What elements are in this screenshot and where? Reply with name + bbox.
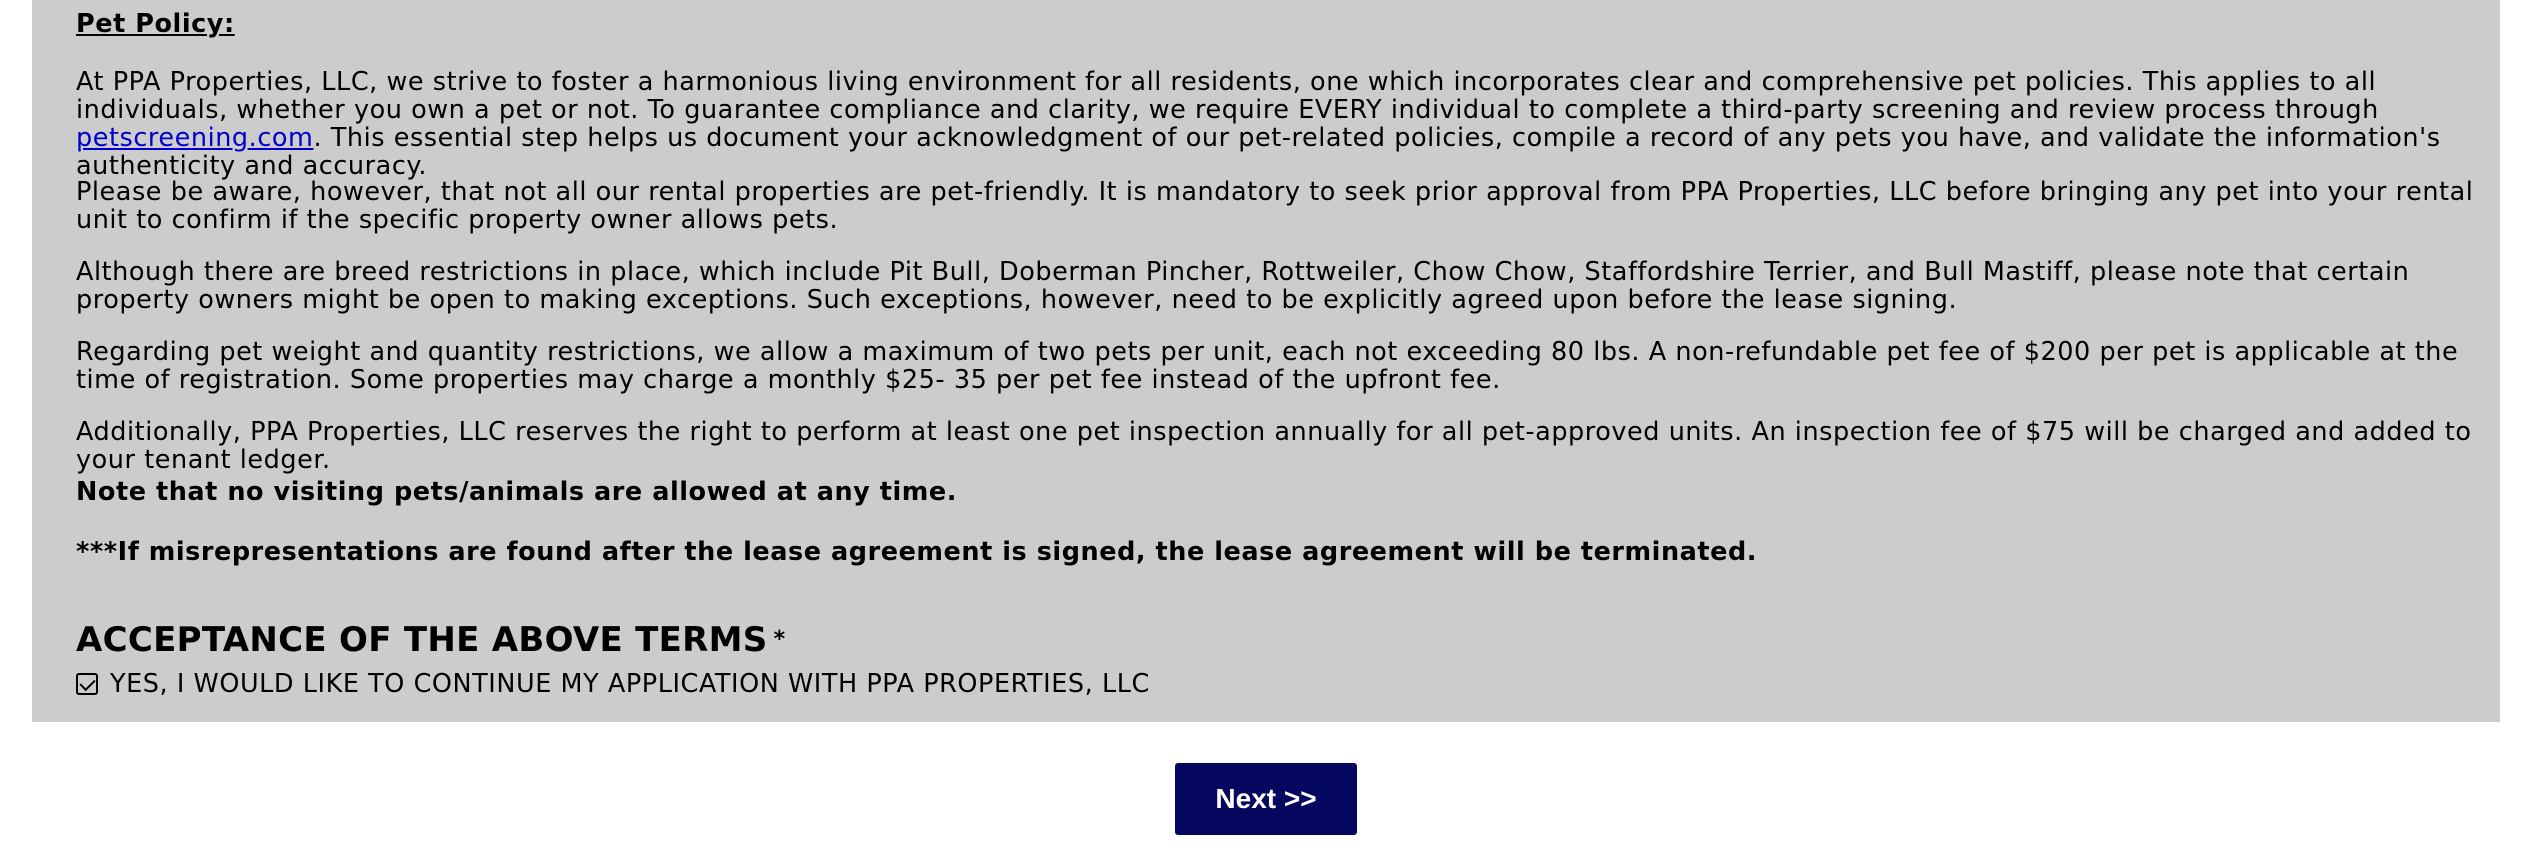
acceptance-title: ACCEPTANCE OF THE ABOVE TERMS * bbox=[76, 620, 785, 660]
acceptance-checkbox-label[interactable]: YES, I WOULD LIKE TO CONTINUE MY APPLICA… bbox=[110, 670, 1150, 698]
petscreening-link[interactable]: petscreening.com bbox=[76, 123, 313, 153]
acceptance-checkbox-row[interactable]: YES, I WOULD LIKE TO CONTINUE MY APPLICA… bbox=[76, 670, 1150, 698]
policy-paragraph-screening: At PPA Properties, LLC, we strive to fos… bbox=[76, 68, 2516, 180]
next-button[interactable]: Next >> bbox=[1175, 763, 1357, 835]
policy-heading: Pet Policy: bbox=[76, 9, 235, 39]
policy-paragraph-screening-text-2: . This essential step helps us document … bbox=[76, 123, 2441, 181]
pet-policy-panel: Pet Policy: At PPA Properties, LLC, we s… bbox=[32, 0, 2500, 722]
misrepresentation-note: ***If misrepresentations are found after… bbox=[76, 537, 1758, 567]
policy-paragraph-weight-fees: Regarding pet weight and quantity restri… bbox=[76, 337, 2459, 395]
policy-paragraph-approval: Please be aware, however, that not all o… bbox=[76, 177, 2474, 235]
checkmark-icon bbox=[79, 674, 96, 692]
no-visiting-pets-note: Note that no visiting pets/animals are a… bbox=[76, 477, 958, 507]
acceptance-title-text: ACCEPTANCE OF THE ABOVE TERMS bbox=[76, 620, 768, 660]
acceptance-checkbox[interactable] bbox=[76, 673, 98, 695]
policy-paragraph-screening-text-1: At PPA Properties, LLC, we strive to fos… bbox=[76, 67, 2379, 125]
required-marker: * bbox=[773, 627, 786, 652]
policy-paragraph-breed: Although there are breed restrictions in… bbox=[76, 257, 2410, 315]
policy-paragraph-inspection: Additionally, PPA Properties, LLC reserv… bbox=[76, 417, 2472, 475]
